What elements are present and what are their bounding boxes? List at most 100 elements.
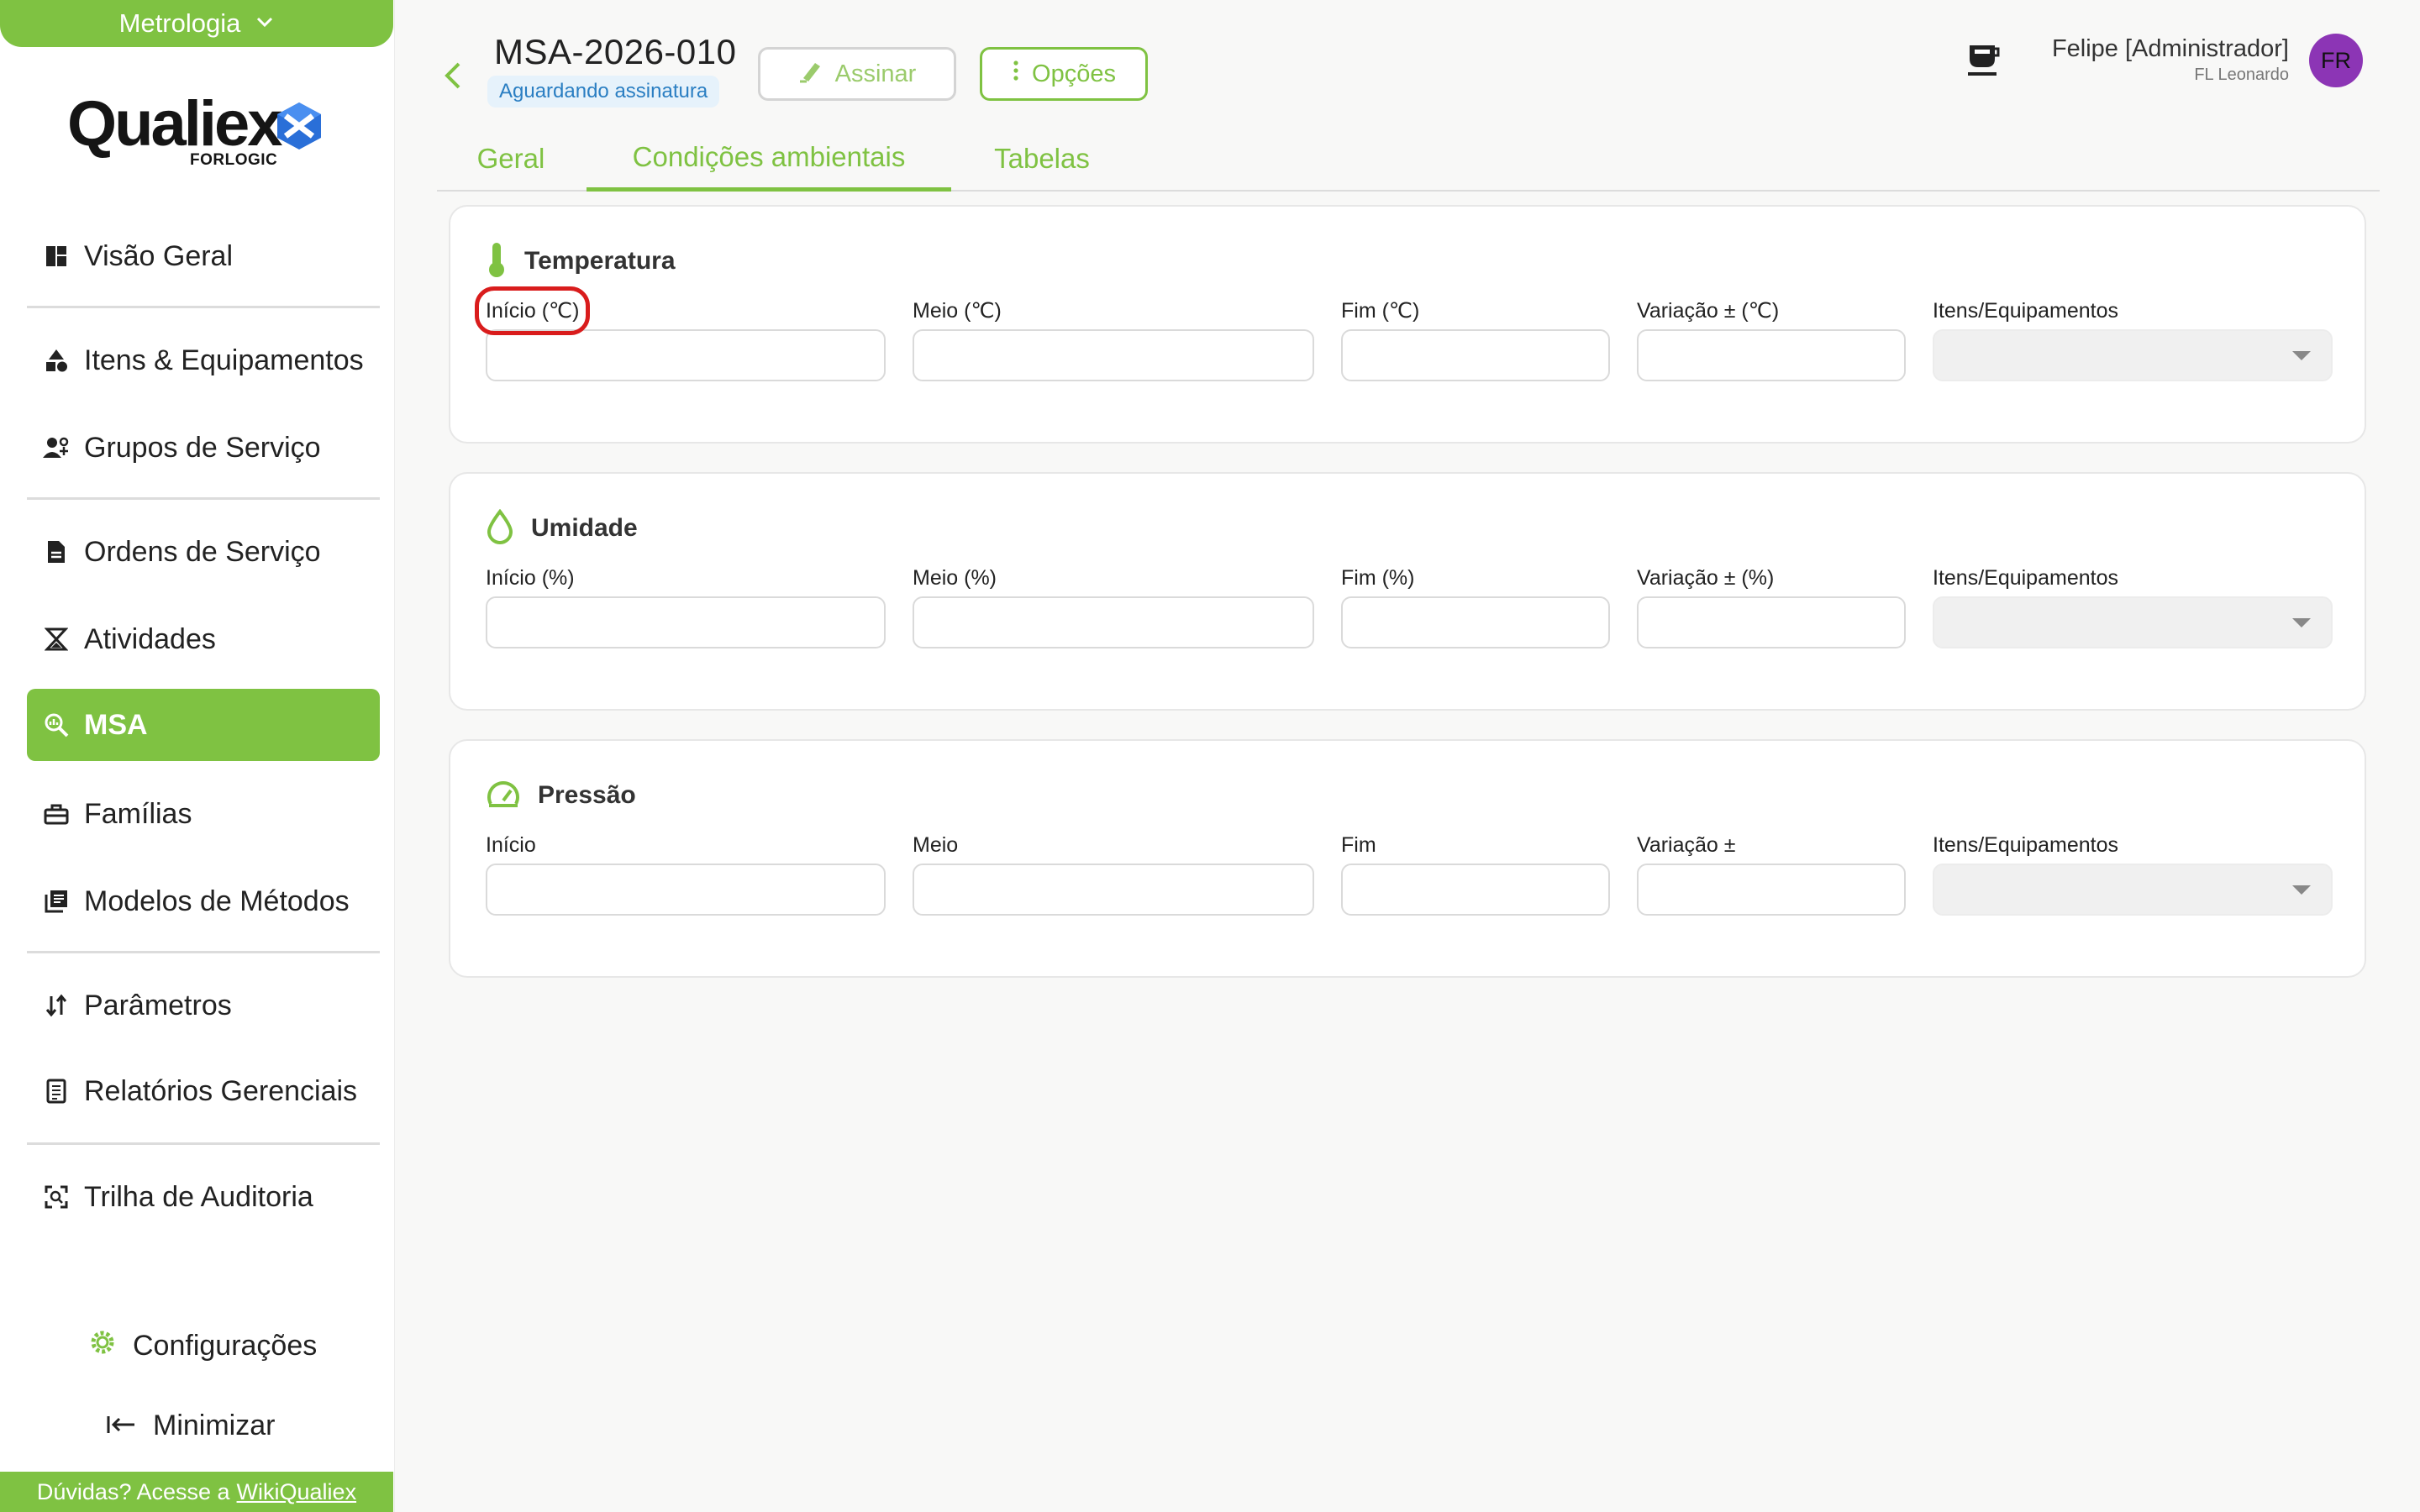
sidebar-item-msa[interactable]: MSA bbox=[27, 689, 380, 761]
temp-start-field: Início (℃) bbox=[474, 286, 886, 381]
sidebar-item-relatorios[interactable]: Relatórios Gerenciais bbox=[27, 1055, 380, 1127]
settings-button[interactable]: Configurações bbox=[89, 1329, 317, 1363]
sort-arrows-icon bbox=[42, 991, 71, 1020]
pres-items-label: Itens/Equipamentos bbox=[1933, 833, 2118, 857]
hum-end-label: Fim (%) bbox=[1341, 566, 1415, 590]
sidebar-item-label: Relatórios Gerenciais bbox=[84, 1074, 358, 1107]
pres-start-input[interactable] bbox=[486, 864, 886, 916]
sidebar-item-modelos-metodos[interactable]: Modelos de Métodos bbox=[27, 865, 380, 937]
sidebar-item-visao-geral[interactable]: Visão Geral bbox=[27, 220, 380, 292]
card-header: Umidade bbox=[486, 507, 638, 549]
tab-geral[interactable]: Geral bbox=[437, 126, 585, 192]
sidebar-item-trilha-auditoria[interactable]: Trilha de Auditoria bbox=[27, 1161, 380, 1233]
user-org: FL Leonardo bbox=[2194, 66, 2289, 84]
dashboard-icon bbox=[42, 242, 71, 270]
pres-end-input[interactable] bbox=[1341, 864, 1610, 916]
tab-tabelas[interactable]: Tabelas bbox=[953, 126, 1131, 192]
card-title: Temperatura bbox=[524, 247, 676, 275]
user-name: Felipe [Administrador] bbox=[2051, 35, 2289, 62]
sidebar-item-itens-equipamentos[interactable]: Itens & Equipamentos bbox=[27, 324, 380, 396]
back-button[interactable] bbox=[437, 59, 467, 92]
hourglass-icon bbox=[42, 625, 71, 654]
sidebar-item-label: Itens & Equipamentos bbox=[84, 344, 364, 376]
minimize-button[interactable]: Minimizar bbox=[106, 1410, 275, 1442]
settings-label: Configurações bbox=[133, 1330, 318, 1362]
hum-mid-label: Meio (%) bbox=[913, 566, 997, 590]
sidebar-item-label: Visão Geral bbox=[84, 239, 234, 272]
status-badge: Aguardando assinatura bbox=[487, 76, 720, 108]
hum-variation-label: Variação ± (%) bbox=[1637, 566, 1775, 590]
sidebar-item-familias[interactable]: Famílias bbox=[27, 778, 380, 850]
temp-items-select[interactable] bbox=[1933, 329, 2333, 381]
help-bar: Dúvidas? Acesse a WikiQualiex bbox=[0, 1472, 393, 1512]
temp-mid-field: Meio (℃) bbox=[913, 297, 1314, 381]
temp-end-input[interactable] bbox=[1341, 329, 1610, 381]
sign-label: Assinar bbox=[834, 60, 917, 87]
sidebar-item-label: Grupos de Serviço bbox=[84, 431, 321, 464]
tab-condicoes-ambientais[interactable]: Condições ambientais bbox=[587, 126, 951, 192]
temp-variation-input[interactable] bbox=[1637, 329, 1906, 381]
pres-start-label: Início bbox=[486, 833, 536, 857]
hum-mid-field: Meio (%) bbox=[913, 564, 1314, 648]
hum-end-input[interactable] bbox=[1341, 596, 1610, 648]
hum-variation-input[interactable] bbox=[1637, 596, 1906, 648]
pres-items-field: Itens/Equipamentos bbox=[1933, 832, 2333, 916]
sidebar-item-grupos-servico[interactable]: Grupos de Serviço bbox=[27, 412, 380, 484]
hum-mid-input[interactable] bbox=[913, 596, 1314, 648]
pressure-card: Pressão Início Meio Fim Variação ± Itens… bbox=[449, 739, 2366, 978]
options-button[interactable]: Opções bbox=[980, 47, 1148, 101]
temp-start-input[interactable] bbox=[486, 329, 886, 381]
sidebar-item-parametros[interactable]: Parâmetros bbox=[27, 969, 380, 1042]
wiki-link[interactable]: WikiQualiex bbox=[237, 1479, 357, 1505]
pres-mid-field: Meio bbox=[913, 832, 1314, 916]
sidebar-item-label: Modelos de Métodos bbox=[84, 885, 350, 917]
sidebar: Metrologia Qualiex FORLOGIC Visão Geral … bbox=[0, 0, 395, 1512]
coffee-icon[interactable] bbox=[1966, 42, 2000, 79]
document-icon bbox=[42, 538, 71, 566]
more-vertical-icon bbox=[1012, 59, 1020, 89]
tab-bar: Geral Condições ambientais Tabelas bbox=[437, 126, 2380, 192]
sidebar-divider bbox=[27, 951, 380, 953]
sidebar-item-label: Famílias bbox=[84, 797, 192, 830]
temp-items-label: Itens/Equipamentos bbox=[1933, 299, 2118, 323]
thermometer-icon bbox=[486, 241, 508, 282]
hum-items-select[interactable] bbox=[1933, 596, 2333, 648]
sidebar-item-label: Trilha de Auditoria bbox=[84, 1180, 313, 1213]
sidebar-item-label: MSA bbox=[84, 708, 148, 741]
card-title: Umidade bbox=[531, 514, 638, 542]
pres-mid-input[interactable] bbox=[913, 864, 1314, 916]
pres-variation-input[interactable] bbox=[1637, 864, 1906, 916]
chevron-down-icon bbox=[255, 11, 274, 33]
temp-variation-label: Variação ± (℃) bbox=[1637, 299, 1780, 323]
options-label: Opções bbox=[1032, 60, 1116, 87]
pres-start-field: Início bbox=[486, 832, 886, 916]
sidebar-item-ordens-servico[interactable]: Ordens de Serviço bbox=[27, 516, 380, 588]
hum-variation-field: Variação ± (%) bbox=[1637, 564, 1906, 648]
card-header: Pressão bbox=[486, 774, 636, 816]
chevron-left-icon bbox=[445, 62, 460, 89]
sidebar-item-label: Ordens de Serviço bbox=[84, 535, 321, 568]
logo-sub: FORLOGIC bbox=[190, 151, 278, 169]
pres-items-select[interactable] bbox=[1933, 864, 2333, 916]
humidity-card: Umidade Início (%) Meio (%) Fim (%) Vari… bbox=[449, 472, 2366, 711]
avatar[interactable]: FR bbox=[2309, 34, 2363, 87]
temp-mid-label: Meio (℃) bbox=[913, 299, 1002, 323]
sidebar-divider bbox=[27, 497, 380, 500]
gauge-icon bbox=[486, 779, 521, 813]
logo-cube-icon bbox=[277, 102, 321, 150]
library-icon bbox=[42, 887, 71, 916]
module-switcher[interactable]: Metrologia bbox=[0, 0, 393, 47]
hum-end-field: Fim (%) bbox=[1341, 564, 1610, 648]
sidebar-item-atividades[interactable]: Atividades bbox=[27, 603, 380, 675]
shapes-icon bbox=[42, 346, 71, 375]
sign-button[interactable]: Assinar bbox=[758, 47, 956, 101]
signature-icon bbox=[798, 58, 823, 90]
minimize-label: Minimizar bbox=[153, 1410, 276, 1441]
temp-items-field: Itens/Equipamentos bbox=[1933, 297, 2333, 381]
toolbox-icon bbox=[42, 800, 71, 828]
hum-start-label: Início (%) bbox=[486, 566, 575, 590]
water-drop-icon bbox=[486, 508, 514, 549]
pres-end-field: Fim bbox=[1341, 832, 1610, 916]
temp-mid-input[interactable] bbox=[913, 329, 1314, 381]
hum-start-input[interactable] bbox=[486, 596, 886, 648]
